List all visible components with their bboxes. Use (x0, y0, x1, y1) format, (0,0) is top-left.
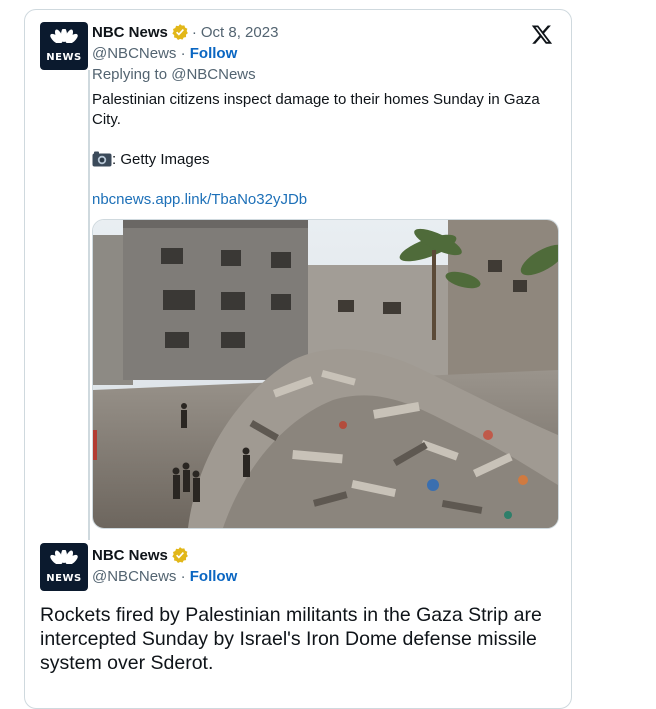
avatar-label: NEWS (46, 573, 82, 584)
replying-to[interactable]: Replying to @NBCNews (92, 66, 256, 83)
camera-icon (92, 151, 112, 167)
verified-badge-icon (172, 547, 188, 563)
avatar-2[interactable]: NEWS (40, 543, 88, 591)
tweet1-handle-row: @NBCNews · Follow (92, 45, 237, 62)
tweet-date[interactable]: Oct 8, 2023 (201, 24, 279, 41)
author-handle[interactable]: @NBCNews (92, 568, 176, 585)
tweet2-text: Rockets fired by Palestinian militants i… (40, 604, 542, 674)
tweet1-caption: Palestinian citizens inspect damage to t… (92, 91, 540, 128)
author-handle[interactable]: @NBCNews (92, 45, 176, 62)
follow-button[interactable]: Follow (190, 568, 238, 585)
tweet1-credit-line: : Getty Images (92, 150, 547, 170)
tweet-photo[interactable] (92, 219, 559, 529)
tweet1-text: Palestinian citizens inspect damage to t… (92, 90, 547, 210)
peacock-logo-icon (50, 29, 78, 51)
tweet2-name-row: NBC News (92, 546, 189, 564)
author-name[interactable]: NBC News (92, 24, 168, 41)
photo-credit: : Getty Images (112, 151, 210, 168)
x-logo-icon[interactable] (530, 23, 554, 47)
avatar-label: NEWS (46, 52, 82, 63)
handle-separator: · (176, 568, 190, 585)
rubble-photo (93, 220, 558, 528)
avatar[interactable]: NEWS (40, 22, 88, 70)
tweet1-name-row: NBC News · Oct 8, 2023 (92, 23, 278, 41)
author-name[interactable]: NBC News (92, 547, 168, 564)
verified-badge-icon (172, 24, 188, 40)
separator: · (191, 23, 197, 41)
tweet2-handle-row: @NBCNews · Follow (92, 568, 237, 585)
peacock-logo-icon (50, 550, 78, 572)
tweet-link[interactable]: nbcnews.app.link/TbaNo32yJDb (92, 191, 307, 208)
handle-separator: · (176, 45, 190, 62)
tweet-embed-card: NEWS NBC News · Oct 8, 2023 @NBCNews · F… (24, 9, 572, 709)
follow-button[interactable]: Follow (190, 45, 238, 62)
thread-line (88, 70, 90, 540)
